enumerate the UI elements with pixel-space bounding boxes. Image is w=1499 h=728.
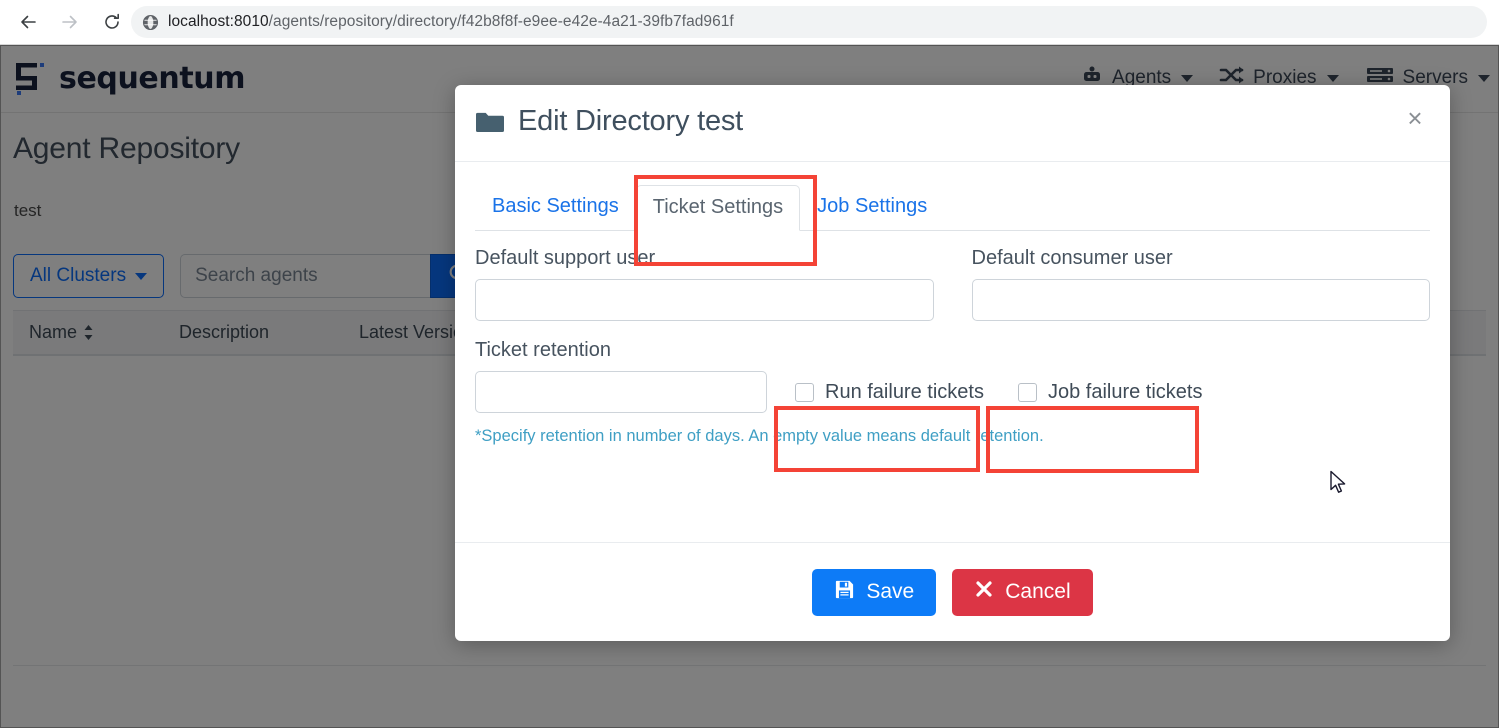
default-consumer-user-label: Default consumer user	[972, 247, 1431, 270]
user-fields-row: Default support user Default consumer us…	[475, 247, 1430, 321]
run-failure-tickets-label: Run failure tickets	[825, 381, 984, 404]
run-failure-tickets-checkbox[interactable]: Run failure tickets	[795, 381, 984, 404]
forward-arrow-icon	[60, 12, 80, 32]
default-consumer-user-field: Default consumer user	[972, 247, 1431, 321]
reload-button[interactable]	[94, 4, 130, 40]
save-button[interactable]: Save	[812, 569, 936, 616]
address-bar[interactable]: localhost:8010/agents/repository/directo…	[131, 6, 1487, 38]
default-support-user-label: Default support user	[475, 247, 934, 270]
screen: localhost:8010/agents/repository/directo…	[0, 0, 1499, 728]
modal-title-text: Edit Directory test	[518, 105, 743, 138]
ticket-retention-hint: *Specify retention in number of days. An…	[475, 427, 1430, 446]
url-host: localhost:8010	[168, 13, 269, 30]
url-path: /agents/repository/directory/f42b8f8f-e9…	[269, 13, 734, 30]
back-button[interactable]	[10, 4, 46, 40]
tab-job-settings[interactable]: Job Settings	[800, 184, 944, 230]
failure-ticket-checkboxes: Run failure tickets Job failure tickets	[795, 381, 1202, 404]
ticket-retention-label: Ticket retention	[475, 339, 767, 362]
ticket-retention-input[interactable]	[475, 371, 767, 413]
job-failure-tickets-label: Job failure tickets	[1048, 381, 1203, 404]
reload-icon	[102, 12, 122, 32]
modal-title: Edit Directory test	[475, 105, 743, 138]
globe-icon	[141, 13, 159, 31]
save-button-label: Save	[866, 580, 914, 604]
default-support-user-field: Default support user	[475, 247, 934, 321]
cancel-button-label: Cancel	[1005, 580, 1070, 604]
ticket-retention-field: Ticket retention	[475, 339, 767, 413]
save-floppy-icon	[834, 579, 855, 606]
ticket-retention-row: Ticket retention Run failure tickets Job…	[475, 339, 1430, 413]
default-support-user-input[interactable]	[475, 279, 934, 321]
tab-ticket-settings[interactable]: Ticket Settings	[636, 185, 800, 231]
close-x-icon	[974, 579, 994, 605]
browser-toolbar: localhost:8010/agents/repository/directo…	[0, 0, 1499, 45]
tab-basic-settings[interactable]: Basic Settings	[475, 184, 636, 230]
edit-directory-modal: Edit Directory test × Basic Settings Tic…	[455, 85, 1450, 641]
forward-button[interactable]	[52, 4, 88, 40]
job-failure-tickets-checkbox[interactable]: Job failure tickets	[1018, 381, 1203, 404]
cancel-button[interactable]: Cancel	[952, 569, 1092, 616]
folder-icon	[475, 110, 505, 134]
back-arrow-icon	[18, 12, 38, 32]
default-consumer-user-input[interactable]	[972, 279, 1431, 321]
modal-footer: Save Cancel	[455, 542, 1450, 641]
checkbox-box-icon[interactable]	[795, 383, 814, 402]
settings-tabs: Basic Settings Ticket Settings Job Setti…	[475, 178, 1430, 231]
modal-header: Edit Directory test ×	[455, 85, 1450, 162]
close-icon[interactable]: ×	[1398, 101, 1432, 135]
url-text: localhost:8010/agents/repository/directo…	[168, 13, 734, 31]
modal-body: Basic Settings Ticket Settings Job Setti…	[455, 178, 1450, 446]
checkbox-box-icon[interactable]	[1018, 383, 1037, 402]
